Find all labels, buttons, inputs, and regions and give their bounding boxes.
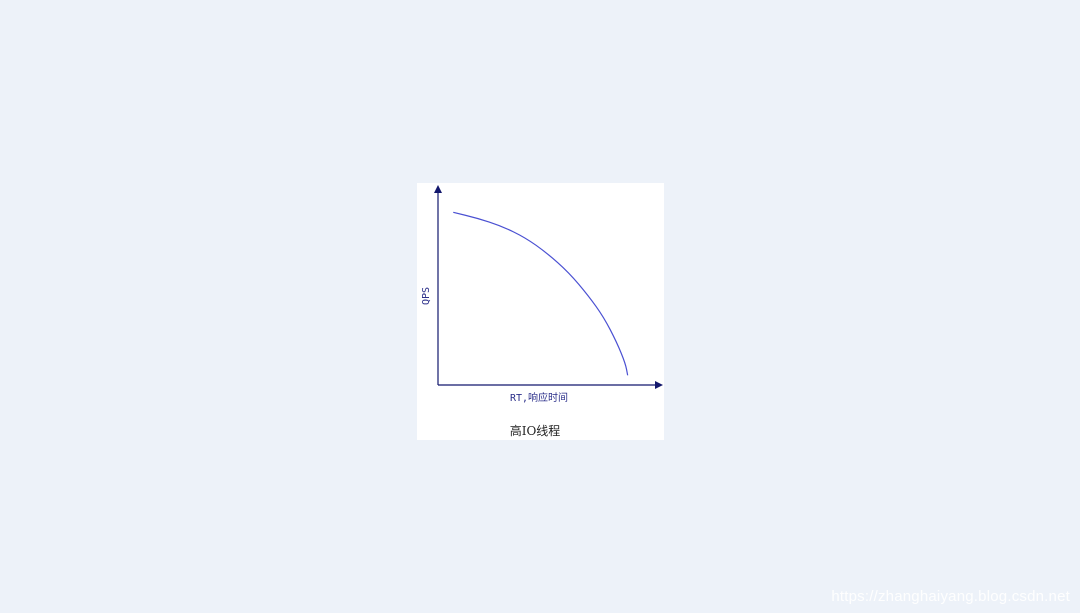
x-axis-label: RT,响应时间 bbox=[510, 391, 568, 404]
y-axis-label: QPS bbox=[421, 287, 432, 305]
chart-svg: QPS RT,响应时间 高IO线程 bbox=[421, 185, 663, 438]
x-axis-arrow bbox=[655, 381, 663, 389]
y-axis-arrow bbox=[434, 185, 442, 193]
chart-title: 高IO线程 bbox=[510, 423, 561, 438]
series-line bbox=[453, 211, 629, 376]
chart-card: QPS RT,响应时间 高IO线程 bbox=[417, 183, 664, 440]
watermark-text: https://zhanghaiyang.blog.csdn.net bbox=[831, 588, 1070, 605]
